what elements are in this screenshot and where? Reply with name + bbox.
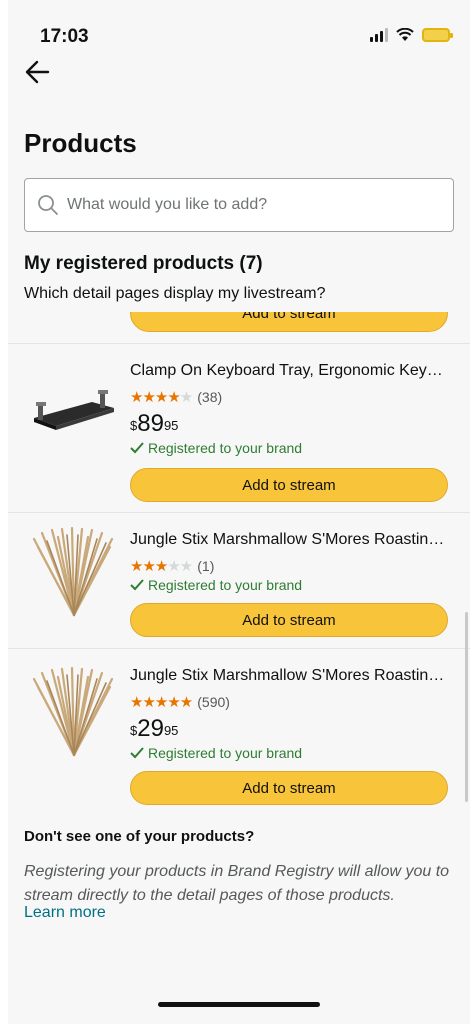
registered-status: Registered to your brand: [130, 440, 302, 456]
product-rating: ★★★★★ (1): [130, 557, 214, 575]
product-rating: ★★★★★ (590): [130, 693, 230, 711]
search-bar[interactable]: [24, 178, 454, 232]
registered-label: Registered to your brand: [148, 440, 303, 456]
product-list[interactable]: Add to stream Clamp On Keyboard Tray, Er…: [8, 312, 470, 810]
checkmark-icon: [130, 442, 144, 454]
list-item-product: Jungle Stix Marshmallow S'Mores Roasting…: [8, 513, 470, 649]
scrollbar[interactable]: [465, 612, 468, 802]
section-subtitle: Which detail pages display my livestream…: [24, 285, 326, 302]
signal-icon: [370, 28, 388, 42]
price-fraction: 95: [163, 418, 179, 433]
help-text: Registering your products in Brand Regis…: [24, 863, 450, 904]
registered-status: Registered to your brand: [130, 745, 302, 761]
roasting-sticks-image: [32, 667, 114, 757]
search-icon: [38, 195, 58, 215]
price-whole: 29: [137, 715, 164, 742]
product-rating: ★★★★★ (38): [130, 388, 222, 406]
list-item-product: Clamp On Keyboard Tray, Ergonomic Keyb… …: [8, 344, 470, 502]
home-indicator[interactable]: [158, 1002, 320, 1007]
search-input[interactable]: [67, 196, 453, 214]
checkmark-icon: [130, 747, 144, 759]
rating-count: (38): [197, 389, 223, 405]
help-title: Don't see one of your products?: [24, 828, 255, 845]
registered-label: Registered to your brand: [148, 745, 303, 761]
add-to-stream-button[interactable]: Add to stream: [130, 603, 448, 637]
section-title: My registered products (7): [24, 253, 263, 274]
registered-status: Registered to your brand: [130, 577, 302, 593]
product-title[interactable]: Clamp On Keyboard Tray, Ergonomic Keyb…: [130, 362, 448, 380]
learn-more-link[interactable]: Learn more: [24, 904, 106, 922]
add-to-stream-button[interactable]: Add to stream: [130, 771, 448, 805]
registered-label: Registered to your brand: [148, 577, 303, 593]
checkmark-icon: [130, 579, 144, 591]
add-to-stream-button-partial[interactable]: Add to stream: [130, 312, 448, 332]
add-to-stream-button[interactable]: Add to stream: [130, 468, 448, 502]
status-time: 17:03: [40, 26, 89, 47]
price-fraction: 95: [163, 723, 179, 738]
battery-icon: [422, 28, 453, 42]
app-screen: 17:03 Products My registered products (7…: [8, 0, 470, 1024]
page-title: Products: [24, 128, 137, 158]
wifi-icon: [396, 28, 414, 41]
price-currency: $: [130, 723, 138, 738]
rating-count: (590): [197, 694, 230, 710]
price-whole: 89: [137, 410, 164, 437]
product-price: $ 89 95: [130, 410, 178, 438]
star-rating: ★★★★★: [130, 558, 193, 575]
product-title[interactable]: Jungle Stix Marshmallow S'Mores Roasting…: [130, 531, 448, 549]
product-price: $ 29 95: [130, 715, 178, 743]
keyboard-tray-image: [34, 390, 114, 430]
rating-count: (1): [197, 558, 215, 574]
roasting-sticks-image: [32, 527, 114, 617]
star-rating: ★★★★★: [130, 694, 193, 711]
list-item-product: Jungle Stix Marshmallow S'Mores Roasting…: [8, 649, 470, 805]
status-icons: [370, 28, 453, 42]
star-rating: ★★★★★: [130, 389, 193, 406]
back-arrow-icon[interactable]: [22, 56, 54, 88]
price-currency: $: [130, 418, 138, 433]
product-title[interactable]: Jungle Stix Marshmallow S'Mores Roasting…: [130, 667, 448, 685]
status-bar: 17:03: [8, 0, 470, 56]
